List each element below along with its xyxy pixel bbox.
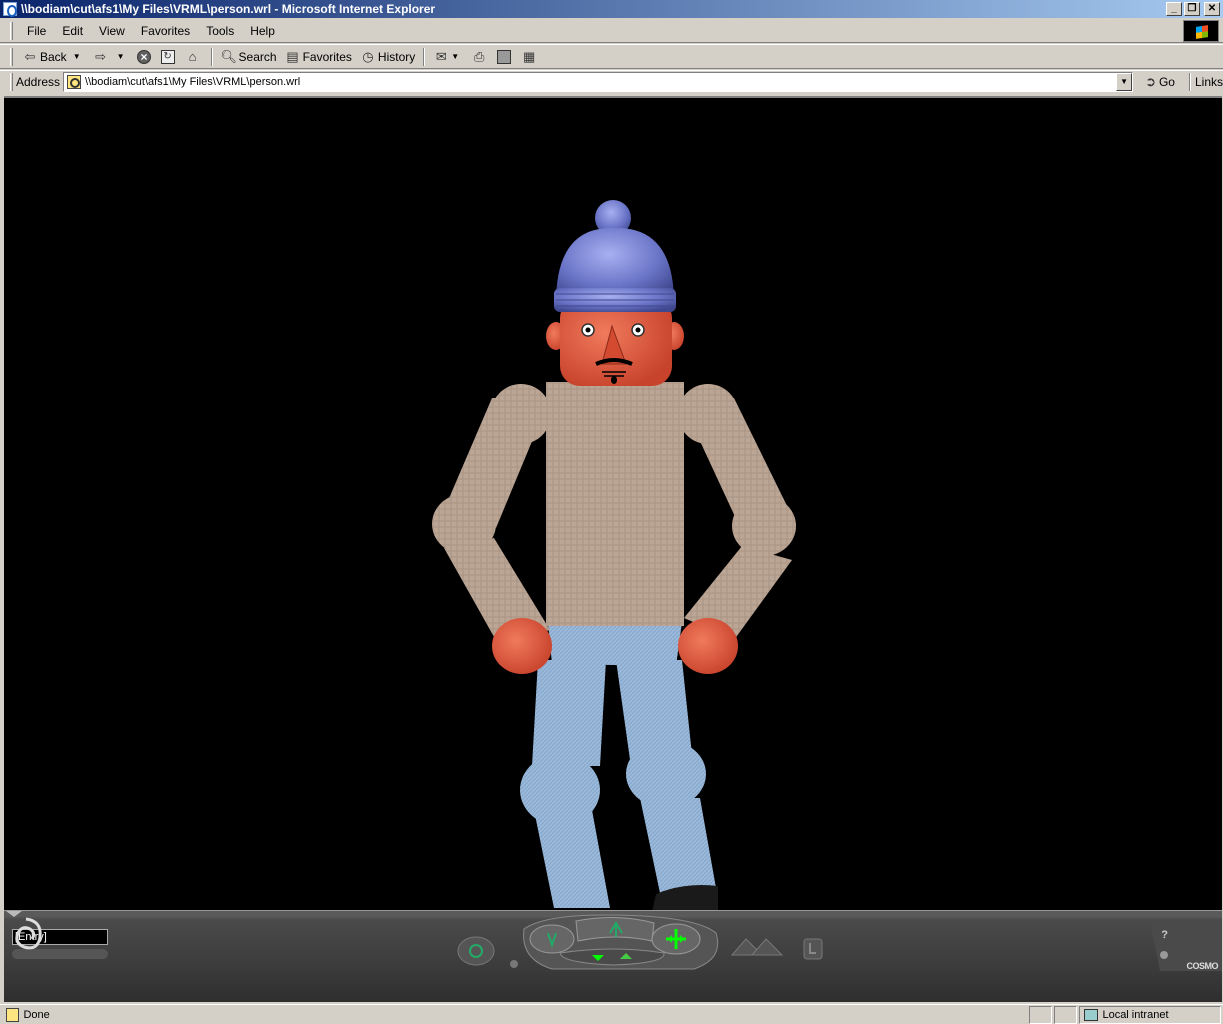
status-pane-progress	[1029, 1005, 1053, 1024]
menu-help[interactable]: Help	[242, 22, 283, 40]
title-bar: \\bodiam\cut\afs1\My Files\VRML\person.w…	[0, 0, 1223, 18]
status-bar: Done Local intranet	[0, 1004, 1223, 1024]
back-arrow-icon: ⇦	[24, 48, 36, 64]
security-zone[interactable]: Local intranet	[1079, 1005, 1221, 1024]
intranet-zone-icon	[1084, 1008, 1099, 1021]
address-bar: Address \\bodiam\cut\afs1\My Files\VRML\…	[0, 70, 1223, 92]
zoom-button[interactable]	[529, 924, 575, 954]
status-text: Done	[23, 1008, 50, 1021]
toolbar-separator	[210, 47, 213, 66]
close-button[interactable]: ✕	[1204, 2, 1220, 16]
menu-tools[interactable]: Tools	[198, 22, 242, 40]
windows-flag-icon	[1196, 25, 1208, 39]
toolbar-separator	[423, 47, 426, 66]
minimize-button[interactable]: _	[1166, 2, 1182, 16]
person-right-leg	[616, 660, 718, 910]
address-dropdown-button[interactable]: ▼	[1116, 72, 1133, 91]
edit-button[interactable]	[493, 46, 517, 68]
discuss-button[interactable]: ▦	[517, 46, 543, 68]
links-button[interactable]: Links	[1195, 75, 1223, 89]
history-button[interactable]: ◷ History	[356, 46, 419, 68]
favorites-button[interactable]: ▤ Favorites	[281, 46, 356, 68]
links-separator	[1188, 72, 1191, 91]
cosmo-controls	[4, 911, 1222, 971]
cosmo-player-dashboard: [Entry] ? COSMO	[4, 910, 1222, 1002]
printer-icon: ⎙	[473, 48, 485, 64]
person-right-shoulder	[678, 384, 738, 444]
window-title: \\bodiam\cut\afs1\My Files\VRML\person.w…	[21, 2, 436, 16]
gravity-dot[interactable]	[510, 960, 518, 968]
refresh-icon: ↻	[160, 49, 175, 64]
go-label: Go	[1158, 74, 1175, 89]
refresh-button[interactable]: ↻	[157, 46, 181, 68]
back-dropdown-icon[interactable]: ▼	[73, 52, 81, 61]
back-label: Back	[40, 49, 67, 64]
mail-button[interactable]: ✉ ▼	[429, 46, 467, 68]
menu-bar: File Edit View Favorites Tools Help	[0, 19, 1223, 43]
person-beanie-hat	[554, 200, 676, 312]
person-left-leg	[520, 660, 610, 908]
mail-dropdown-icon[interactable]: ▼	[451, 52, 459, 61]
person-torso	[546, 382, 684, 626]
history-clock-icon: ◷	[362, 48, 374, 64]
preferences-dot[interactable]	[1160, 951, 1168, 959]
seek-button[interactable]	[457, 936, 495, 966]
toolbar-grip[interactable]	[10, 47, 13, 66]
windows-logo-throbber	[1183, 20, 1219, 42]
menu-view[interactable]: View	[91, 22, 133, 40]
home-button[interactable]: ⌂	[181, 46, 207, 68]
cosmo-logo-icon	[15, 917, 42, 950]
status-pane-security	[1054, 1005, 1078, 1024]
discuss-notepad-icon: ▦	[523, 48, 536, 64]
vrml-scene[interactable]	[4, 98, 1222, 910]
stop-button[interactable]	[133, 46, 157, 68]
security-zone-label: Local intranet	[1102, 1008, 1169, 1021]
cosmo-logo-text: COSMO	[1186, 961, 1218, 971]
home-icon: ⌂	[188, 48, 197, 64]
favorites-label: Favorites	[302, 49, 352, 64]
straighten-button[interactable]	[803, 938, 823, 960]
stop-icon	[136, 49, 151, 65]
address-input[interactable]: \\bodiam\cut\afs1\My Files\VRML\person.w…	[63, 71, 1134, 92]
print-button[interactable]: ⎙	[467, 46, 493, 68]
help-button[interactable]: ?	[1161, 929, 1168, 941]
addressbar-grip[interactable]	[10, 72, 13, 91]
redo-move-button[interactable]	[750, 938, 784, 956]
vrml-viewport[interactable]	[4, 96, 1222, 910]
restore-button[interactable]: ❐	[1184, 2, 1200, 16]
go-arrow-icon: ➲	[1145, 73, 1156, 89]
history-label: History	[377, 49, 416, 64]
mail-icon: ✉	[435, 48, 447, 64]
standard-toolbar: ⇦ Back ▼ ⇨ ▼ ↻ ⌂ 🔍︎ Search ▤ Favorites ◷…	[0, 44, 1223, 69]
search-button[interactable]: 🔍︎ Search	[217, 46, 281, 68]
menu-edit[interactable]: Edit	[54, 22, 91, 40]
menu-file[interactable]: File	[19, 22, 54, 40]
page-status-icon	[6, 1007, 20, 1022]
menubar-grip[interactable]	[10, 21, 13, 40]
ie-window-icon[interactable]	[3, 2, 17, 17]
forward-button[interactable]: ⇨ ▼	[89, 46, 133, 68]
edit-page-icon	[497, 49, 512, 64]
search-icon: 🔍︎	[220, 48, 238, 64]
address-label: Address	[16, 74, 61, 89]
vrml-file-icon	[67, 74, 82, 89]
menu-favorites[interactable]: Favorites	[133, 22, 198, 40]
search-label: Search	[238, 49, 277, 64]
forward-dropdown-icon[interactable]: ▼	[117, 52, 125, 61]
go-button[interactable]: ➲ Go	[1145, 74, 1175, 90]
back-button[interactable]: ⇦ Back ▼	[18, 46, 89, 68]
person-left-shoulder	[491, 384, 551, 444]
favorites-folder-icon: ▤	[286, 48, 299, 64]
forward-arrow-icon: ⇨	[95, 48, 107, 64]
address-url[interactable]: \\bodiam\cut\afs1\My Files\VRML\person.w…	[85, 76, 300, 88]
person-waist	[548, 622, 682, 666]
